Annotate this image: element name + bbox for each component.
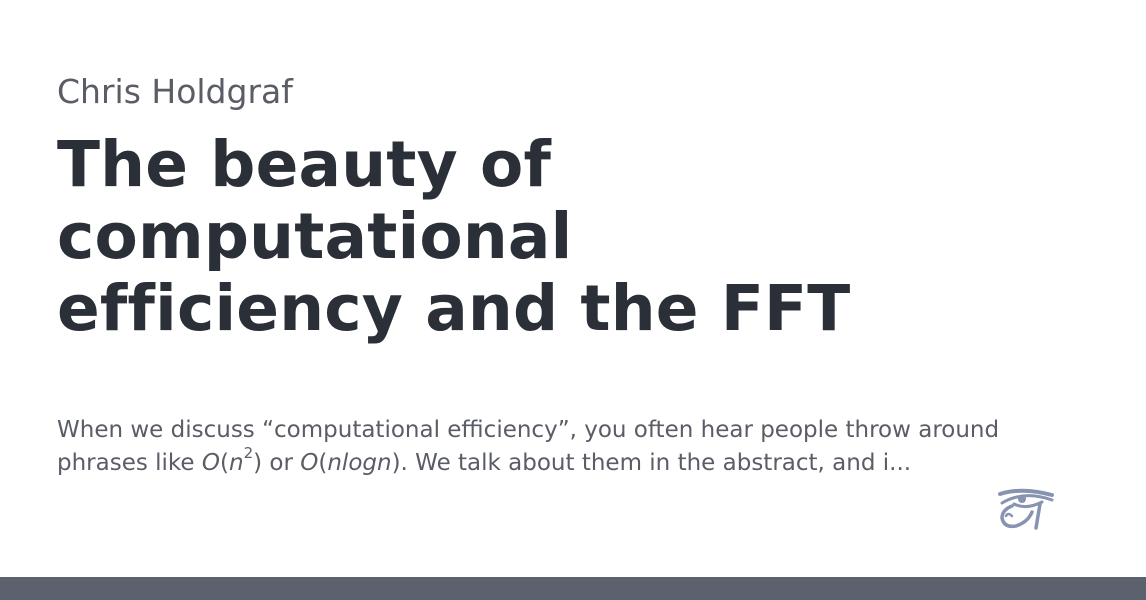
math-paren-close: ): [253, 450, 263, 476]
description-text-or: or: [262, 450, 301, 476]
math-nlogn: nlogn: [327, 450, 392, 476]
title-line-3: efficiency and the FFT: [57, 272, 851, 345]
social-card: Chris Holdgraf The beauty of computation…: [0, 0, 1146, 600]
post-title: The beauty of computational efficiency a…: [57, 129, 957, 345]
math-o: O: [201, 450, 221, 476]
description-text-end: ). We talk about them in the abstract, a…: [391, 450, 912, 476]
author-name: Chris Holdgraf: [57, 72, 293, 111]
math-paren-2: (: [318, 450, 328, 476]
math-n: n: [229, 450, 244, 476]
math-exponent: 2: [243, 444, 254, 463]
title-line-2: computational: [57, 200, 573, 273]
bottom-bar: [0, 577, 1146, 600]
math-o-2: O: [300, 450, 319, 476]
math-paren: (: [220, 450, 229, 476]
description-line-1: When we discuss “computational efficienc…: [57, 417, 1000, 443]
title-line-1: The beauty of: [57, 128, 552, 201]
eye-of-horus-icon: [998, 488, 1054, 530]
post-description: When we discuss “computational efficienc…: [57, 414, 1057, 480]
description-line-2: phrases like O(n2) or O(nlogn). We talk …: [57, 444, 1057, 480]
eye-pupil: [1018, 495, 1026, 503]
description-text: phrases like: [57, 450, 202, 476]
